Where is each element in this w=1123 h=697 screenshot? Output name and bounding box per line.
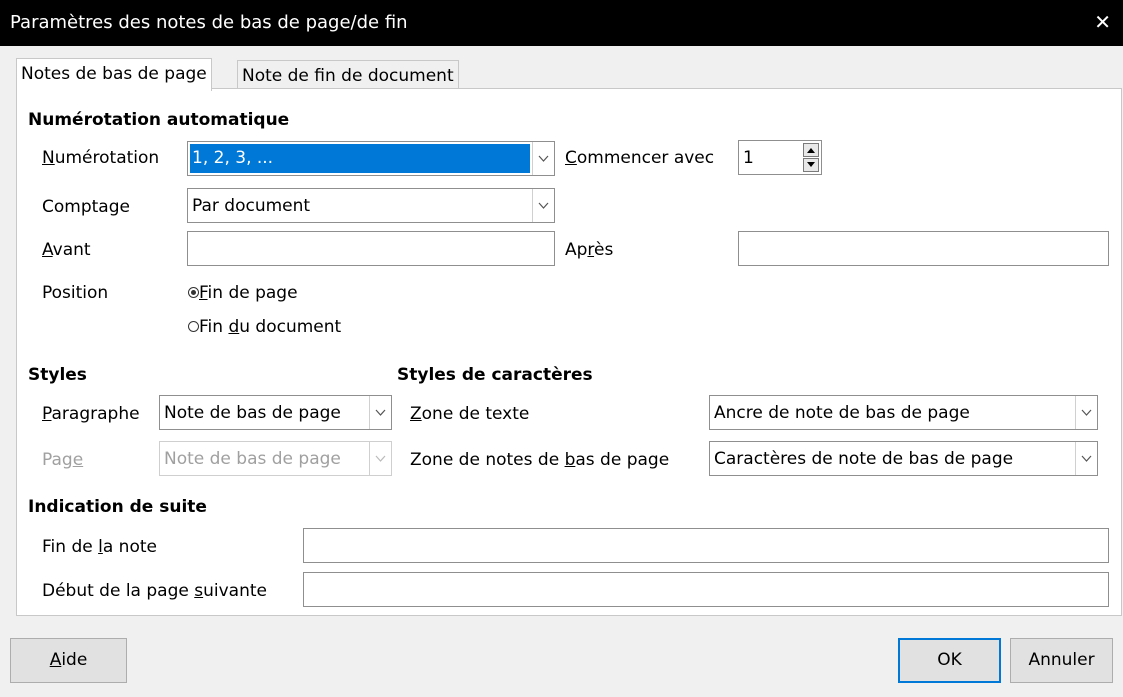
start-next-page-input[interactable] (303, 572, 1109, 607)
chevron-down-icon[interactable] (369, 396, 391, 429)
footnote-area-style-select[interactable]: Caractères de note de bas de page (709, 441, 1098, 476)
tab-footnotes[interactable]: Notes de bas de page (16, 58, 212, 91)
start-with-spinbox[interactable]: 1 (738, 140, 822, 175)
numbering-label: Numérotation (42, 148, 160, 168)
chevron-down-icon[interactable] (1075, 442, 1097, 475)
counting-select[interactable]: Par document (187, 188, 555, 223)
help-button[interactable]: Aide (10, 638, 127, 683)
counting-value: Par document (192, 196, 311, 216)
chevron-down-icon[interactable] (1075, 396, 1097, 429)
radio-selected-icon[interactable] (188, 287, 199, 298)
after-input[interactable] (738, 231, 1109, 266)
footnote-area-label: Zone de notes de bas de page (410, 450, 670, 470)
spin-down-icon[interactable] (803, 158, 819, 172)
title-bar: Paramètres des notes de bas de page/de f… (0, 0, 1123, 46)
radio-end-of-page[interactable]: Fin de page (188, 283, 298, 303)
section-header-auto-numbering: Numérotation automatique (28, 110, 290, 130)
page-label: Page (42, 450, 84, 470)
chevron-down-icon[interactable] (532, 189, 554, 222)
section-header-char-styles: Styles de caractères (397, 365, 593, 385)
page-style-select: Note de bas de page (159, 441, 392, 476)
numbering-value: 1, 2, 3, ... (190, 144, 530, 173)
section-header-continuation: Indication de suite (28, 497, 207, 517)
end-of-note-input[interactable] (303, 528, 1109, 563)
radio-end-of-document[interactable]: Fin du document (188, 317, 341, 337)
ok-button[interactable]: OK (898, 638, 1001, 683)
paragraph-style-value: Note de bas de page (164, 403, 341, 423)
radio-unselected-icon[interactable] (188, 321, 199, 332)
chevron-down-icon (369, 442, 391, 475)
text-area-style-select[interactable]: Ancre de note de bas de page (709, 395, 1098, 430)
start-next-page-label: Début de la page suivante (42, 581, 267, 601)
before-label: Avant (42, 240, 91, 260)
text-area-style-value: Ancre de note de bas de page (714, 403, 970, 423)
before-input[interactable] (187, 231, 555, 266)
chevron-down-icon[interactable] (532, 142, 554, 175)
numbering-select[interactable]: 1, 2, 3, ... (187, 141, 555, 176)
end-of-note-label: Fin de la note (42, 537, 157, 557)
counting-label: Comptage (42, 197, 130, 217)
spin-up-icon[interactable] (803, 143, 819, 157)
after-label: Après (565, 240, 614, 260)
footnote-area-style-value: Caractères de note de bas de page (714, 449, 1014, 469)
section-header-styles: Styles (28, 365, 87, 385)
window-title: Paramètres des notes de bas de page/de f… (10, 12, 408, 33)
close-icon[interactable]: ✕ (1094, 10, 1111, 34)
tab-endnotes[interactable]: Note de fin de document (237, 60, 459, 91)
start-with-label: Commencer avec (565, 148, 715, 168)
page-style-value: Note de bas de page (164, 449, 341, 469)
start-with-value: 1 (743, 148, 754, 168)
cancel-button[interactable]: Annuler (1010, 638, 1113, 683)
paragraph-label: Paragraphe (42, 404, 140, 424)
text-area-label: Zone de texte (410, 404, 530, 424)
paragraph-style-select[interactable]: Note de bas de page (159, 395, 392, 430)
position-label: Position (42, 283, 109, 303)
